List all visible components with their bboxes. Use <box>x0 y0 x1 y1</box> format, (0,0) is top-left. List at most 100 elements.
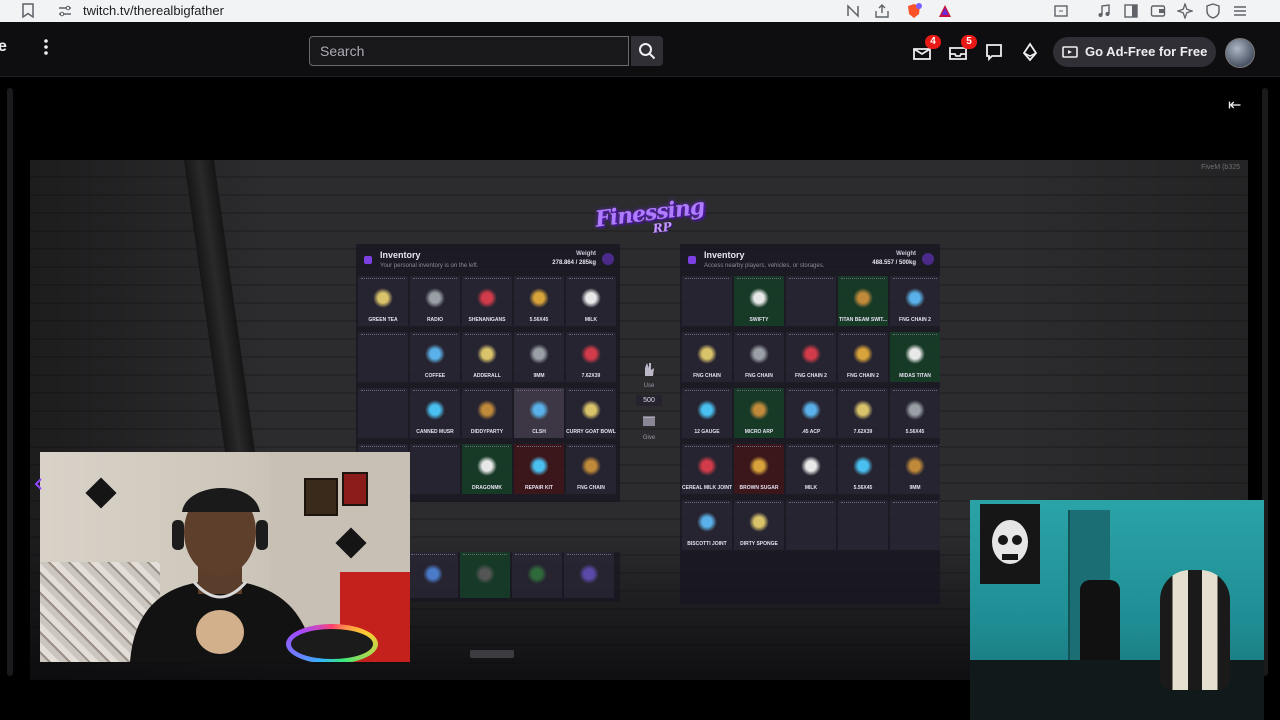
inventory-slot[interactable] <box>564 552 614 598</box>
inventory-slot[interactable] <box>358 388 408 438</box>
slot-meta <box>465 334 509 339</box>
inventory-slot[interactable]: FNG CHAIN 2 <box>786 332 836 382</box>
item-label: GREEN TEA <box>368 317 398 323</box>
inventory-slot[interactable]: 9MM <box>890 444 940 494</box>
share-icon[interactable] <box>874 3 890 19</box>
give-label[interactable]: Give <box>636 435 662 441</box>
inventory-slot[interactable]: CLSH <box>514 388 564 438</box>
inventory-slot[interactable]: 7.62X39 <box>838 388 888 438</box>
bits-icon[interactable] <box>1020 42 1040 62</box>
inventory-slot[interactable] <box>358 332 408 382</box>
inventory-slot[interactable]: CURRY GOAT BOWL <box>566 388 616 438</box>
item-icon <box>475 564 495 584</box>
brave-rewards-icon[interactable] <box>937 3 953 19</box>
inventory-dot-icon <box>364 256 372 264</box>
slot-meta <box>567 554 611 559</box>
inventory-slot[interactable]: FNG CHAIN <box>682 332 732 382</box>
whispers-icon[interactable] <box>984 42 1004 62</box>
left-scrollbar[interactable] <box>7 88 13 676</box>
address-bar[interactable]: twitch.tv/therealbigfather <box>83 3 224 18</box>
room-camera <box>970 500 1264 720</box>
inventory-slot[interactable]: FNG CHAIN 2 <box>838 332 888 382</box>
go-ad-free-button[interactable]: Go Ad-Free for Free <box>1053 37 1216 67</box>
item-label: 7.62X39 <box>581 373 601 379</box>
inventory-slot[interactable]: SWIFTY <box>734 276 784 326</box>
site-settings-icon[interactable] <box>58 4 72 18</box>
go-ad-free-label: Go Ad-Free for Free <box>1085 44 1208 59</box>
inventory-slot[interactable]: 7.62X39 <box>566 332 616 382</box>
inventory-slot[interactable]: RADIO <box>410 276 460 326</box>
inventory-slot[interactable]: BISCOTTI JOINT <box>682 500 732 550</box>
game-pillar <box>183 160 257 460</box>
brave-shield-icon[interactable] <box>906 3 922 19</box>
inventory-slot[interactable]: 5.56X45 <box>514 276 564 326</box>
music-icon[interactable] <box>1096 3 1112 19</box>
collapse-chat-icon[interactable]: ⇤ <box>1228 95 1241 115</box>
inventory-slot[interactable]: DIDDYPARTY <box>462 388 512 438</box>
more-options-icon[interactable] <box>36 36 56 58</box>
inventory-slot[interactable]: COFFEE <box>410 332 460 382</box>
item-icon <box>801 456 821 476</box>
item-icon <box>697 400 717 420</box>
gaming-chair <box>1160 570 1230 690</box>
inventory-slot[interactable] <box>890 500 940 550</box>
inventory-dot-icon <box>688 256 696 264</box>
amount-input[interactable]: 500 <box>636 395 662 406</box>
item-icon <box>853 456 873 476</box>
inventory-slot[interactable]: BROWN SUGAR <box>734 444 784 494</box>
inventory-slot[interactable]: MILK <box>786 444 836 494</box>
item-label: MIDAS TITAN <box>899 373 931 379</box>
inventory-slot[interactable]: MICRO ARP <box>734 388 784 438</box>
inventory-slot[interactable]: FNG CHAIN <box>566 444 616 494</box>
inventory-slot[interactable]: 9MM <box>514 332 564 382</box>
slot-meta <box>685 334 729 339</box>
inventory-slot[interactable]: FNG CHAIN <box>734 332 784 382</box>
health-bar <box>470 650 514 658</box>
inventory-slot[interactable]: 5.56X45 <box>890 388 940 438</box>
lock-icon[interactable] <box>922 253 934 265</box>
inventory-slot[interactable]: DRAGONMK <box>462 444 512 494</box>
inventory-slot[interactable] <box>786 500 836 550</box>
sidebar-icon[interactable] <box>1123 3 1139 19</box>
inventory-slot[interactable]: GREEN TEA <box>358 276 408 326</box>
inventory-slot[interactable]: SHENANIGANS <box>462 276 512 326</box>
inventory-slot[interactable]: REPAIR KIT <box>514 444 564 494</box>
inventory-slot[interactable] <box>838 500 888 550</box>
inventory-slot[interactable]: ADDERALL <box>462 332 512 382</box>
inventory-slot[interactable] <box>408 552 458 598</box>
bookmark-icon[interactable] <box>22 3 34 18</box>
inventory-slot[interactable]: CANNED MUSR <box>410 388 460 438</box>
inventory-slot[interactable] <box>786 276 836 326</box>
inventory-slot[interactable] <box>682 276 732 326</box>
item-icon <box>581 288 601 308</box>
inventory-slot[interactable]: 12 GAUGE <box>682 388 732 438</box>
item-icon <box>425 400 445 420</box>
inventory-slot[interactable]: FNG CHAIN 2 <box>890 276 940 326</box>
item-label: FNG CHAIN 2 <box>795 373 827 379</box>
inventory-slot[interactable] <box>512 552 562 598</box>
inventory-slot[interactable]: CEREAL MILK JOINT <box>682 444 732 494</box>
translate-off-icon[interactable] <box>845 3 861 19</box>
use-label[interactable]: Use <box>636 383 662 389</box>
inventory-slot[interactable]: DIRTY SPONGE <box>734 500 784 550</box>
inventory-slot[interactable]: MILK <box>566 276 616 326</box>
inventory-slot[interactable]: 5.56X45 <box>838 444 888 494</box>
item-label: 5.56X45 <box>529 317 549 323</box>
vpn-icon[interactable] <box>1205 3 1221 19</box>
search-input[interactable] <box>310 37 628 65</box>
lock-icon[interactable] <box>602 253 614 265</box>
leo-ai-icon[interactable] <box>1177 3 1193 19</box>
chevron-left-icon[interactable] <box>34 478 42 490</box>
inventory-slot[interactable]: .45 ACP <box>786 388 836 438</box>
wallet-icon[interactable] <box>1150 3 1166 19</box>
search-button[interactable] <box>631 36 663 66</box>
inventory-slot[interactable]: TITAN BEAM SWIT... <box>838 276 888 326</box>
inventory-slot[interactable]: MIDAS TITAN <box>890 332 940 382</box>
menu-icon[interactable] <box>1232 3 1248 19</box>
use-hand-icon[interactable] <box>640 360 658 378</box>
user-avatar[interactable] <box>1225 38 1255 68</box>
give-hand-icon[interactable] <box>640 412 658 430</box>
tab-icon[interactable] <box>1053 3 1069 19</box>
inventory-slot[interactable] <box>410 444 460 494</box>
inventory-slot[interactable] <box>460 552 510 598</box>
